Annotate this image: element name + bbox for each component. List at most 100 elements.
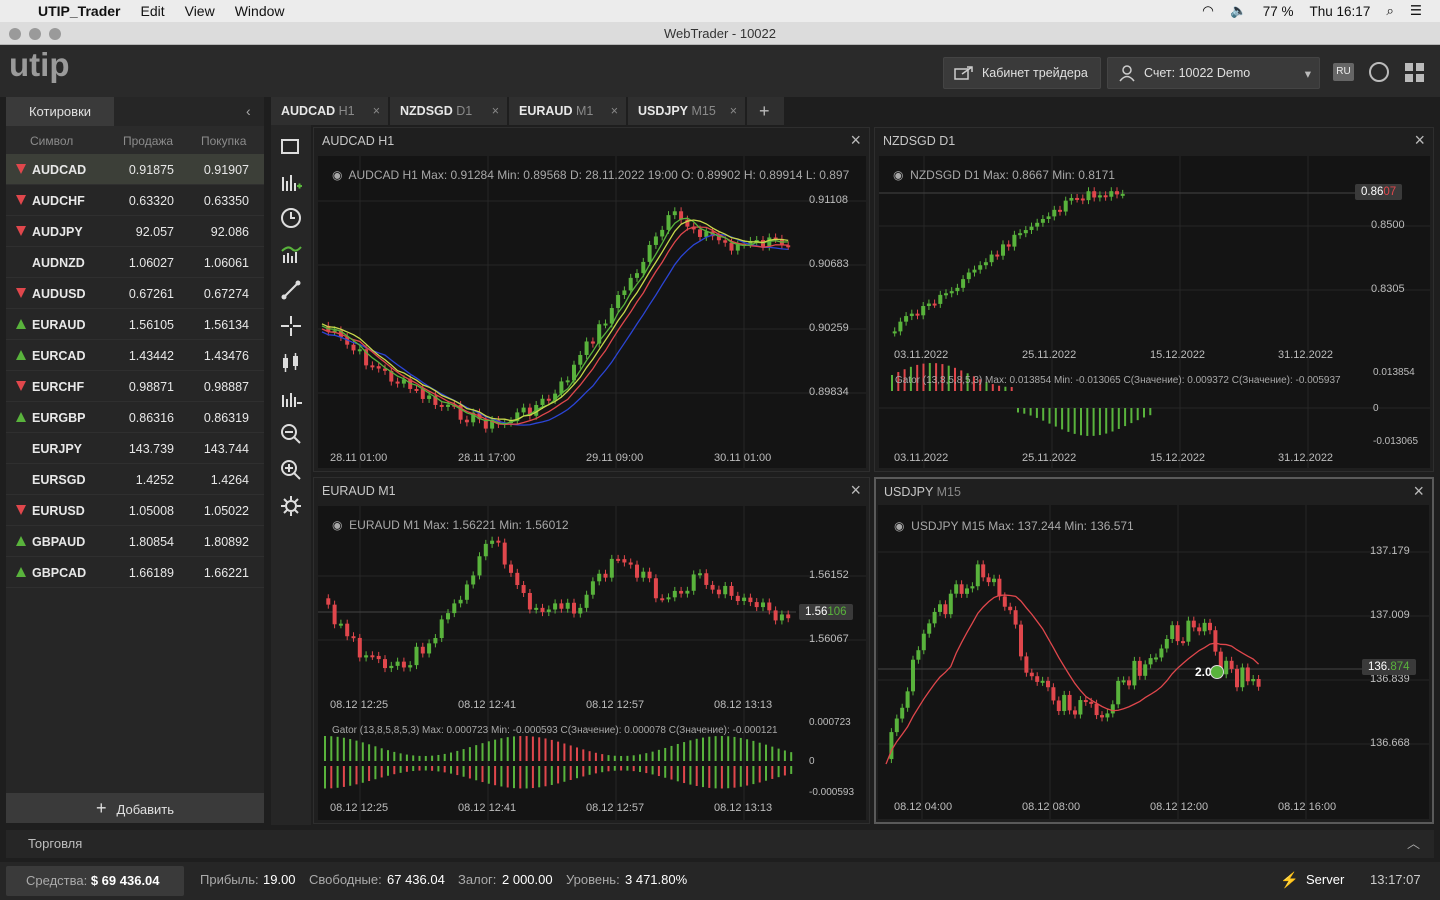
trendline-icon[interactable]	[280, 279, 302, 301]
wifi-icon[interactable]: ◠	[1202, 3, 1214, 19]
quote-row[interactable]: EURJPY 143.739 143.744	[6, 433, 264, 464]
gator-bar	[1054, 408, 1057, 427]
gator-bar-top	[607, 755, 610, 761]
close-icon[interactable]: ×	[1413, 481, 1424, 502]
candle-body	[590, 581, 595, 595]
single-window-icon[interactable]	[280, 135, 302, 157]
gator-bar-bottom	[752, 766, 755, 785]
tab-audcad[interactable]: AUDCAD H1 ×	[271, 97, 389, 125]
eye-icon[interactable]: ◉	[332, 518, 342, 532]
close-icon[interactable]: ×	[850, 480, 861, 501]
x-label: 08.12 12:57	[586, 699, 645, 711]
close-icon[interactable]: ×	[492, 97, 499, 125]
zoom-window-button[interactable]	[49, 28, 61, 40]
candles-icon[interactable]	[280, 351, 302, 373]
layout-grid-icon[interactable]	[1405, 63, 1424, 82]
close-icon[interactable]: ×	[1414, 130, 1425, 151]
gator-bar-bottom	[494, 766, 497, 786]
quote-row[interactable]: GBPAUD 1.80854 1.80892	[6, 526, 264, 557]
trading-label: Торговля	[28, 836, 83, 851]
tab-usdjpy[interactable]: USDJPY M15 ×	[628, 97, 746, 125]
trading-panel-header[interactable]: Торговля ︿	[6, 830, 1434, 858]
quote-row[interactable]: EURCHF 0.98871 0.98887	[6, 371, 264, 402]
language-button[interactable]: RU	[1333, 63, 1354, 81]
candle-body	[1012, 234, 1017, 247]
candle-body	[578, 607, 583, 614]
candle-body	[1067, 694, 1072, 711]
account-selector[interactable]: Счет: 10022 Demo ▾	[1107, 57, 1320, 89]
quote-row[interactable]: AUDUSD 0.67261 0.67274	[6, 278, 264, 309]
connection-plug-icon[interactable]: ⚡	[1280, 871, 1299, 889]
timeframe-clock-icon[interactable]	[280, 207, 302, 229]
close-icon[interactable]: ×	[850, 130, 861, 151]
zoom-in-icon[interactable]	[280, 459, 302, 481]
gator-bar-bottom	[405, 766, 408, 772]
chart-plot[interactable]: ◉ AUDCAD H1 Max: 0.91284 Min: 0.89568 D:…	[318, 156, 866, 468]
quote-row[interactable]: EURGBP 0.86316 0.86319	[6, 402, 264, 433]
close-icon[interactable]: ×	[730, 97, 737, 125]
eye-icon[interactable]: ◉	[332, 168, 342, 182]
crosshair-icon[interactable]	[280, 315, 302, 337]
volume-icon[interactable]: 🔈	[1230, 3, 1247, 19]
battery-label[interactable]: 77 %	[1263, 4, 1294, 19]
menu-list-icon[interactable]: ☰	[1410, 3, 1422, 19]
zoom-out-icon[interactable]	[280, 423, 302, 445]
quote-row[interactable]: EURCAD 1.43442 1.43476	[6, 340, 264, 371]
eye-icon[interactable]: ◉	[893, 168, 903, 182]
menu-edit[interactable]: Edit	[140, 3, 164, 19]
settings-gear-icon[interactable]	[280, 495, 302, 517]
quote-row[interactable]: AUDJPY 92.057 92.086	[6, 216, 264, 247]
quote-row[interactable]: EURAUD 1.56105 1.56134	[6, 309, 264, 340]
col-ask[interactable]: Покупка	[201, 134, 246, 148]
quote-row[interactable]: EURSGD 1.4252 1.4264	[6, 464, 264, 495]
chart-plot[interactable]: ◉ EURAUD M1 Max: 1.56221 Min: 1.56012 1.…	[318, 506, 866, 820]
quote-ask: 92.086	[210, 225, 249, 239]
tab-euraud[interactable]: EURAUD M1 ×	[509, 97, 627, 125]
tab-quotes[interactable]: Котировки	[6, 97, 114, 126]
trader-cabinet-button[interactable]: Кабинет трейдера	[943, 57, 1101, 89]
minimize-window-button[interactable]	[29, 28, 41, 40]
gator-bar-bottom	[500, 766, 503, 787]
add-symbol-button[interactable]: + Добавить	[6, 793, 264, 823]
quote-ask: 1.66221	[203, 566, 249, 580]
clock[interactable]: Thu 16:17	[1310, 4, 1371, 19]
add-chart-icon[interactable]	[280, 171, 302, 193]
tab-nzdsgd[interactable]: NZDSGD D1 ×	[390, 97, 508, 125]
candle-body	[1092, 191, 1097, 198]
col-symbol[interactable]: Символ	[30, 134, 73, 148]
search-icon[interactable]: ⌕	[1386, 3, 1394, 19]
palette-icon[interactable]	[1369, 62, 1389, 82]
menu-window[interactable]: Window	[235, 3, 285, 19]
chevron-up-icon[interactable]: ︿	[1407, 830, 1420, 858]
col-bid[interactable]: Продажа	[123, 134, 173, 148]
quote-row[interactable]: AUDCHF 0.63320 0.63350	[6, 185, 264, 216]
add-tab-button[interactable]: +	[747, 97, 785, 125]
menu-app-name[interactable]: UTIP_Trader	[38, 3, 120, 19]
position-marker-icon[interactable]	[1210, 665, 1224, 679]
chart-plot[interactable]: ◉ USDJPY M15 Max: 137.244 Min: 136.571 1…	[878, 505, 1429, 819]
close-icon[interactable]: ×	[611, 97, 618, 125]
candle-body	[1159, 648, 1164, 658]
candle-body	[892, 331, 897, 334]
candle-body	[635, 273, 639, 278]
quote-row[interactable]: AUDNZD 1.06027 1.06061	[6, 247, 264, 278]
plus-icon: +	[96, 798, 107, 818]
gator-bar-bottom	[771, 766, 774, 779]
candle-body	[351, 344, 356, 351]
window-title: WebTrader - 10022	[663, 26, 776, 41]
collapse-icon[interactable]: ‹	[246, 103, 251, 119]
quote-row[interactable]: EURUSD 1.05008 1.05022	[6, 495, 264, 526]
close-window-button[interactable]	[9, 28, 21, 40]
indicators-icon[interactable]	[280, 243, 302, 265]
candle-body	[357, 349, 362, 352]
chart-plot[interactable]: ◉ NZDSGD D1 Max: 0.8667 Min: 0.8171 0.86…	[879, 156, 1430, 468]
quote-row[interactable]: AUDCAD 0.91875 0.91907	[6, 154, 264, 185]
chart-type-icon[interactable]	[280, 387, 302, 409]
eye-icon[interactable]: ◉	[894, 519, 904, 533]
close-icon[interactable]: ×	[373, 97, 380, 125]
quote-row[interactable]: GBPCAD 1.66189 1.66221	[6, 557, 264, 588]
menu-view[interactable]: View	[185, 3, 215, 19]
candle-body	[1120, 193, 1125, 196]
server-label[interactable]: Server	[1306, 872, 1344, 887]
y-label: 0.89834	[809, 386, 849, 398]
